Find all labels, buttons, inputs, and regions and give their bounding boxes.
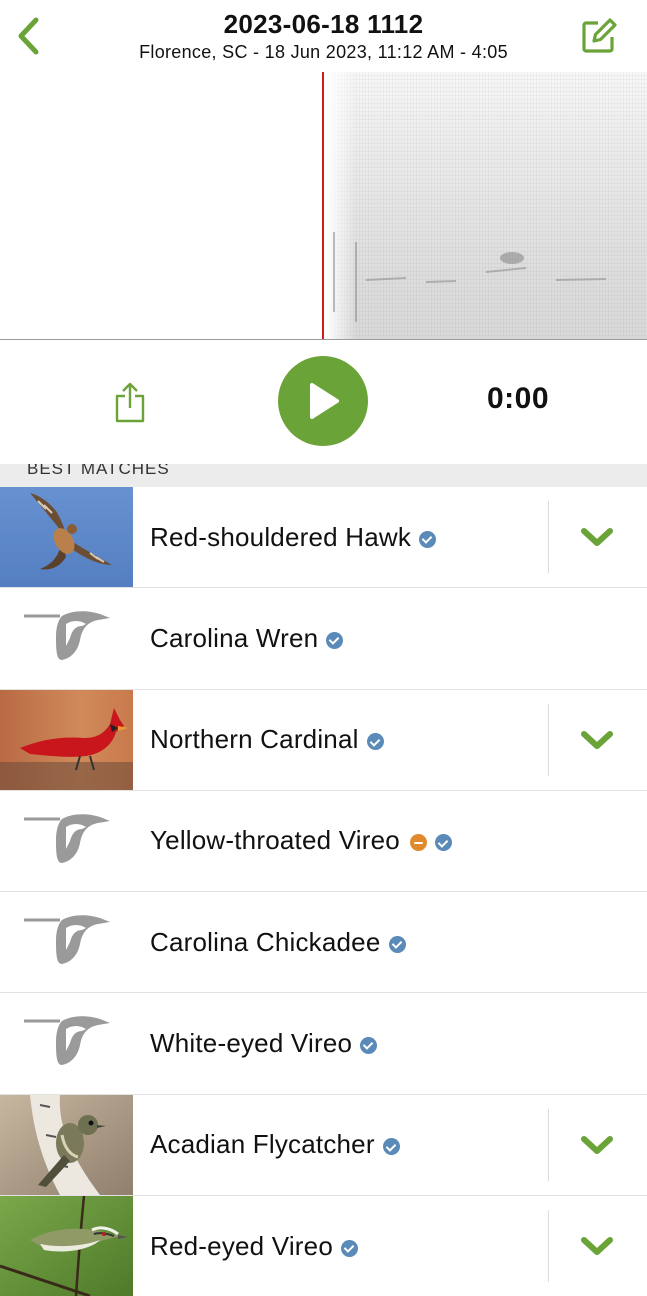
divider — [548, 703, 549, 776]
species-name: Carolina Chickadee — [150, 926, 381, 957]
species-photo — [0, 487, 133, 587]
playback-time: 0:00 — [486, 382, 550, 415]
playback-controls: 0:00 — [0, 340, 647, 464]
bird-placeholder-icon — [0, 993, 133, 1093]
bird-placeholder-icon — [0, 588, 133, 688]
bird-placeholder-icon — [0, 892, 133, 992]
confirm-button[interactable] — [580, 1129, 614, 1161]
species-photo — [0, 1196, 133, 1296]
confirm-button[interactable] — [580, 724, 614, 756]
share-icon — [115, 382, 145, 423]
spectrogram-marks — [333, 232, 607, 322]
section-header: BEST MATCHES — [0, 464, 647, 487]
species-name: Red-shouldered Hawk — [150, 521, 412, 552]
list-item[interactable]: Red-shouldered Hawk — [0, 487, 647, 589]
spectrogram[interactable] — [0, 72, 647, 340]
species-name: Yellow-throated Vireo — [150, 825, 400, 856]
verified-badge-icon — [419, 530, 437, 548]
edit-note-icon — [582, 18, 617, 53]
recording-subtitle: Florence, SC - 18 Jun 2023, 11:12 AM - 4… — [139, 42, 508, 62]
verified-badge-icon — [388, 935, 406, 953]
checkmark-icon — [581, 528, 613, 546]
edit-button[interactable] — [579, 16, 619, 56]
recording-title: 2023-06-18 1112 — [223, 9, 424, 39]
list-item[interactable]: Carolina Wren — [0, 588, 647, 690]
list-item[interactable]: Northern Cardinal — [0, 689, 647, 791]
species-photo — [0, 689, 133, 790]
species-name: Northern Cardinal — [150, 724, 359, 755]
verified-badge-icon — [382, 1138, 400, 1156]
verified-badge-icon — [360, 1036, 378, 1054]
list-item[interactable]: Red-eyed Vireo — [0, 1196, 647, 1296]
divider — [548, 1210, 549, 1283]
verified-badge-icon — [366, 733, 384, 751]
list-item[interactable]: White-eyed Vireo — [0, 993, 647, 1095]
bird-placeholder-icon — [0, 791, 133, 891]
header: 2023-06-18 1112 Florence, SC - 18 Jun 20… — [0, 0, 647, 72]
matches-list: Red-shouldered Hawk Carolina Wren Northe… — [0, 487, 647, 1296]
checkmark-icon — [581, 1237, 613, 1256]
play-button[interactable] — [278, 356, 368, 446]
list-item[interactable]: Carolina Chickadee — [0, 892, 647, 994]
verified-badge-icon — [326, 631, 344, 649]
rare-badge-icon — [409, 834, 427, 852]
species-name: Red-eyed Vireo — [150, 1230, 333, 1261]
checkmark-icon — [581, 730, 613, 749]
section-header-label: BEST MATCHES — [27, 464, 170, 478]
species-name: Acadian Flycatcher — [150, 1129, 375, 1160]
share-button[interactable] — [108, 378, 152, 426]
verified-badge-icon — [341, 1239, 358, 1257]
play-icon — [310, 383, 339, 419]
verified-badge-icon — [434, 834, 452, 852]
list-item[interactable]: Yellow-throated Vireo — [0, 790, 647, 893]
species-name: Carolina Wren — [150, 622, 319, 653]
list-item[interactable]: Acadian Flycatcher — [0, 1094, 647, 1197]
confirm-button[interactable] — [580, 521, 614, 553]
checkmark-icon — [581, 1135, 613, 1154]
confirm-button[interactable] — [580, 1230, 614, 1262]
divider — [548, 501, 549, 573]
species-name: White-eyed Vireo — [150, 1027, 353, 1058]
divider — [548, 1108, 549, 1181]
species-photo — [0, 1094, 133, 1195]
playhead[interactable] — [322, 72, 324, 339]
